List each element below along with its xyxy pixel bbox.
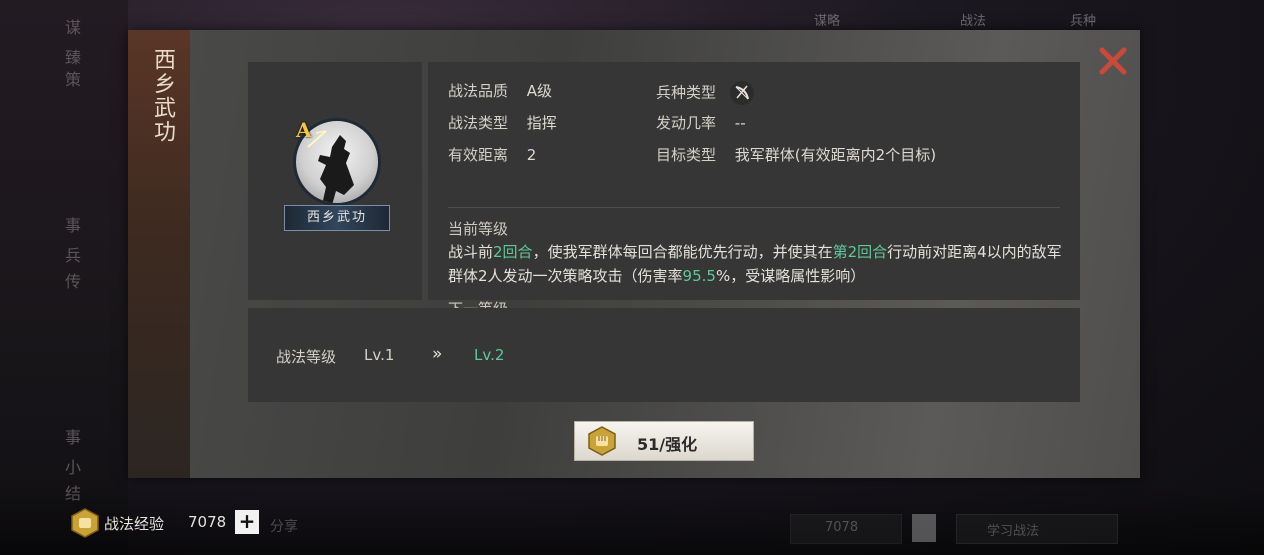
quality-value: A级 — [526, 82, 553, 100]
close-button[interactable] — [1096, 44, 1130, 78]
desc-text: %，受谋略属性影响） — [715, 267, 866, 285]
exp-label: 战法经验 — [104, 515, 165, 533]
target-label: 目标类型 — [656, 146, 717, 164]
skill-portrait-panel: A 西乡武功 — [248, 62, 422, 300]
ghost-learn-button: 学习战法 — [956, 514, 1118, 544]
grade-badge: A — [296, 118, 312, 142]
ghost-menu-item: 事 — [64, 216, 81, 235]
upgrade-label: 51/强化 — [637, 435, 698, 454]
background-top-tabs: 谋略 战法 兵种 — [780, 0, 1180, 30]
ghost-tab: 战法 — [960, 14, 987, 29]
range-row: 有效距离 2 — [448, 144, 536, 165]
rate-label: 发动几率 — [656, 114, 717, 132]
ghost-menu-item: 事 — [64, 428, 81, 447]
skill-description: 战斗前2回合，使我军群体每回合都能优先行动，并使其在第2回合行动前对距离4以内的… — [448, 240, 1068, 288]
ghost-menu-item: 谋 — [64, 18, 81, 37]
type-row: 战法类型 指挥 — [448, 112, 557, 133]
desc-highlight: 2回合 — [493, 243, 533, 261]
level-arrow-icon: » — [432, 344, 443, 364]
ghost-menu-item: 兵 — [64, 246, 81, 265]
ghost-menu-item: 策 — [64, 70, 81, 89]
desc-text: 战斗前 — [448, 243, 494, 261]
desc-highlight: 95.5 — [682, 267, 716, 285]
ghost-plus — [912, 514, 936, 542]
bow-icon — [729, 81, 754, 105]
level-label: 战法等级 — [276, 348, 337, 366]
info-divider — [448, 207, 1060, 208]
target-value: 我军群体(有效距离内2个目标) — [734, 146, 937, 164]
troop-row: 兵种类型 — [656, 80, 755, 106]
desc-highlight: 第2回合 — [832, 243, 888, 261]
ghost-tab: 兵种 — [1070, 14, 1097, 29]
skill-name-plate: 西乡武功 — [284, 205, 390, 231]
skill-info-panel: 战法品质 A级 战法类型 指挥 有效距离 2 兵种类型 发动几率 -- 目标类型 — [428, 62, 1080, 332]
range-value: 2 — [526, 146, 537, 164]
next-level-value: Lv.2 — [474, 346, 505, 364]
skill-detail-modal: 西乡武功 A 西乡武功 战法品质 A级 战法类型 指挥 有效距离 2 兵种类型 … — [128, 30, 1140, 478]
ghost-share: 分享 — [270, 519, 298, 535]
ghost-exp-box: 7078 — [790, 514, 902, 544]
type-value: 指挥 — [526, 114, 557, 132]
current-level-value: Lv.1 — [364, 346, 395, 364]
type-label: 战法类型 — [448, 114, 509, 132]
target-row: 目标类型 我军群体(有效距离内2个目标) — [656, 144, 936, 165]
quality-label: 战法品质 — [448, 82, 509, 100]
skill-title-vertical: 西乡武功 — [150, 48, 175, 144]
add-exp-button[interactable]: + — [235, 510, 259, 534]
ghost-menu-item: 臻 — [64, 48, 81, 67]
troop-label: 兵种类型 — [656, 83, 717, 102]
exp-value: 7078 — [188, 513, 227, 531]
ghost-tab: 谋略 — [814, 14, 841, 29]
fist-badge-icon — [587, 426, 617, 460]
title-strip: 西乡武功 — [128, 30, 190, 478]
upgrade-button[interactable]: 51/强化 — [574, 421, 754, 461]
background-left-menu: 谋 臻 策 事 兵 传 事 小 结 — [0, 0, 128, 555]
quality-row: 战法品质 A级 — [448, 80, 552, 101]
rate-value: -- — [734, 114, 746, 132]
range-label: 有效距离 — [448, 146, 509, 164]
ghost-menu-item: 传 — [64, 272, 81, 291]
rate-row: 发动几率 -- — [656, 112, 746, 133]
skill-level-panel: 战法等级 Lv.1 » Lv.2 — [248, 308, 1080, 402]
skill-exp-icon — [70, 508, 100, 542]
desc-text: ，使我军群体每回合都能优先行动，并使其在 — [532, 243, 833, 261]
current-level-label: 当前等级 — [448, 220, 509, 238]
close-icon — [1099, 47, 1127, 75]
ghost-menu-item: 小 — [64, 458, 81, 477]
